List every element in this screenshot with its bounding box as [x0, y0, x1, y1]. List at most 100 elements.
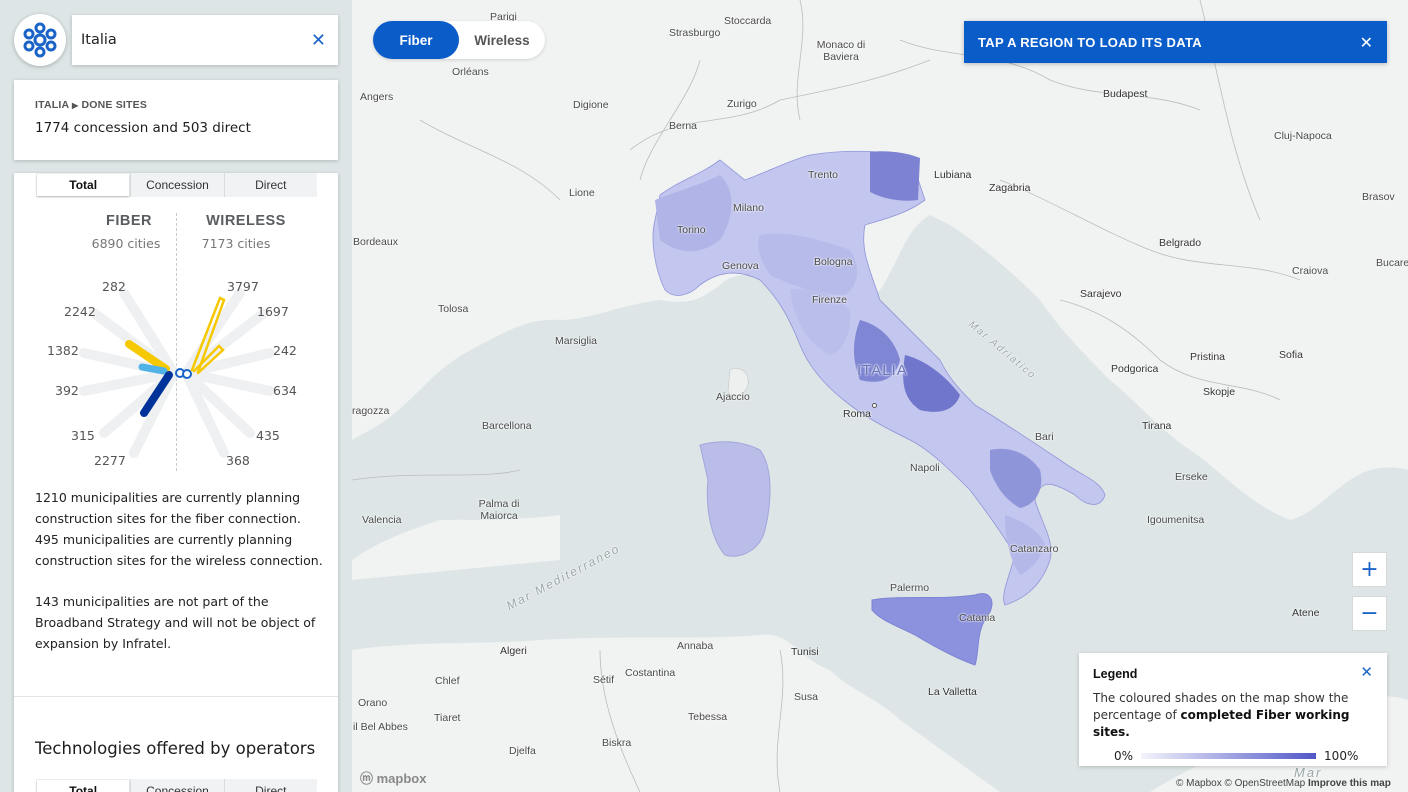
improve-map-link[interactable]: Improve this map [1308, 778, 1391, 789]
breadcrumb-root[interactable]: ITALIA [35, 99, 69, 111]
map-label-city: Berna [669, 120, 698, 132]
map-label-city: Sofia [1279, 349, 1303, 361]
legend-gradient-bar [1141, 753, 1317, 759]
map-label-city: Orano [358, 697, 388, 709]
map-label-city: Tiaret [434, 712, 461, 724]
fiber-heading: FIBER [106, 213, 152, 229]
map-label-city: Barcellona [482, 420, 532, 432]
map-label-city: Podgorica [1111, 363, 1159, 375]
map-label-city: Annaba [677, 640, 714, 652]
fiber-value: 315 [71, 428, 95, 443]
map-label-city: Bordeaux [353, 236, 398, 248]
fiber-value: 2277 [94, 453, 126, 468]
map-label-city: Atene [1292, 607, 1320, 619]
summary-text: 1774 concession and 503 direct [35, 120, 251, 136]
breadcrumb-arrow-icon: ▶ [71, 101, 79, 110]
fiber-toggle[interactable]: Fiber [373, 21, 459, 59]
map-label-city: Catania [959, 612, 996, 624]
map-label-city: Susa [794, 691, 818, 703]
map-label-city: Pristina [1190, 351, 1226, 363]
search-box: ✕ [72, 15, 338, 65]
map-label-city: Bologna [814, 256, 853, 268]
map-label-city: Torino [677, 224, 706, 236]
map-label-city: Valencia [362, 514, 402, 526]
map-label-country: ITALIA [857, 362, 908, 379]
fiber-value: 392 [55, 383, 79, 398]
map-label-city: Tirana [1142, 420, 1172, 432]
clear-search-icon[interactable]: ✕ [311, 30, 326, 51]
map-label-city: Algeri [500, 645, 527, 657]
map-label-city: Marsiglia [555, 335, 598, 347]
wireless-toggle[interactable]: Wireless [459, 21, 545, 59]
tab-total[interactable]: Total [37, 174, 130, 196]
map-label-city: Skopje [1203, 386, 1236, 398]
tab-concession[interactable]: Concession [130, 779, 223, 792]
tab-concession[interactable]: Concession [130, 173, 223, 197]
legend-max: 100% [1324, 749, 1359, 763]
map-label-city: Catanzaro [1010, 543, 1059, 555]
network-logo-icon [23, 22, 57, 58]
wireless-value: 1697 [257, 304, 289, 319]
radial-bar-chart [79, 288, 275, 458]
mode-toggle: Fiber Wireless [373, 21, 545, 59]
close-icon[interactable]: ✕ [1360, 33, 1373, 52]
map-attribution[interactable]: © Mapbox © OpenStreetMap Improve this ma… [1176, 778, 1391, 789]
map-label-city: Igoumenitsa [1147, 514, 1205, 526]
technologies-title: Technologies offered by operators [35, 739, 316, 758]
hint-banner: TAP A REGION TO LOAD ITS DATA ✕ [964, 21, 1387, 63]
app-logo[interactable] [14, 14, 66, 66]
map-label-city: Craiova [1292, 265, 1329, 277]
close-icon[interactable]: ✕ [1360, 663, 1373, 681]
fiber-cities-count: 6890 cities [91, 236, 161, 251]
map-label-city: Palma di Maiorca [478, 498, 520, 522]
map-label-city: Djelfa [509, 745, 536, 757]
map-label-city: Roma [843, 408, 872, 420]
map-label-city: Belgrado [1159, 237, 1202, 249]
legend-panel: Legend ✕ The coloured shades on the map … [1079, 653, 1387, 766]
map-label-city: La Valletta [928, 686, 977, 698]
map-label-city: Ajaccio [716, 391, 750, 403]
wireless-value: 634 [273, 383, 297, 398]
fiber-value: 1382 [47, 343, 79, 358]
info-card: ITALIA ▶ DONE SITES 1774 concession and … [14, 80, 338, 160]
zoom-out-button[interactable]: − [1352, 596, 1387, 631]
section-divider [14, 696, 338, 697]
tab-total[interactable]: Total [37, 780, 130, 792]
type-tabs: Total Concession Direct [36, 173, 317, 197]
map-label-city: ragozza [352, 405, 390, 417]
technologies-tabs: Total Concession Direct [36, 779, 317, 792]
wireless-heading: WIRELESS [206, 213, 286, 229]
stats-panel[interactable]: Total Concession Direct FIBER 6890 citie… [14, 173, 338, 792]
map-label-city: Bari [1035, 431, 1054, 443]
fiber-value: 2242 [64, 304, 96, 319]
breadcrumb: ITALIA ▶ DONE SITES [35, 99, 317, 111]
search-input[interactable] [81, 32, 311, 48]
wireless-value: 3797 [227, 279, 259, 294]
legend-description: The coloured shades on the map show the … [1093, 691, 1350, 739]
hint-text: TAP A REGION TO LOAD ITS DATA [978, 34, 1202, 50]
zoom-in-button[interactable]: + [1352, 552, 1387, 587]
map-label-city: Firenze [812, 294, 848, 306]
mapbox-logo[interactable]: ⓜ mapbox [360, 768, 426, 787]
map-label-city: Budapest [1103, 88, 1148, 100]
legend-scale: 0% 100% [1093, 749, 1373, 763]
tab-direct[interactable]: Direct [223, 779, 317, 792]
tab-direct[interactable]: Direct [223, 173, 317, 197]
map-label-city: il Bel Abbes [353, 721, 408, 733]
map-label-city: Zagabria [989, 182, 1031, 194]
breadcrumb-leaf: DONE SITES [81, 99, 148, 111]
map-label-city: Costantina [625, 667, 676, 679]
map-label-city: Sarajevo [1080, 288, 1122, 300]
map-label-city: Cluj-Napoca [1274, 130, 1332, 142]
map-label-city: Lubiana [934, 169, 972, 181]
map-label-city: Lione [569, 187, 595, 199]
map-label-city: Brasov [1362, 191, 1395, 203]
map-label-city: Sétif [593, 674, 615, 686]
map-label-city: Angers [360, 91, 394, 103]
map-label-city: Strasburgo [669, 27, 721, 39]
map-label-city: Milano [733, 202, 764, 214]
map-label-city: Palermo [890, 582, 930, 594]
map-label-city: Stoccarda [724, 15, 772, 27]
map-label-city: Biskra [602, 737, 632, 749]
map-label-city: Zurigo [727, 98, 757, 110]
